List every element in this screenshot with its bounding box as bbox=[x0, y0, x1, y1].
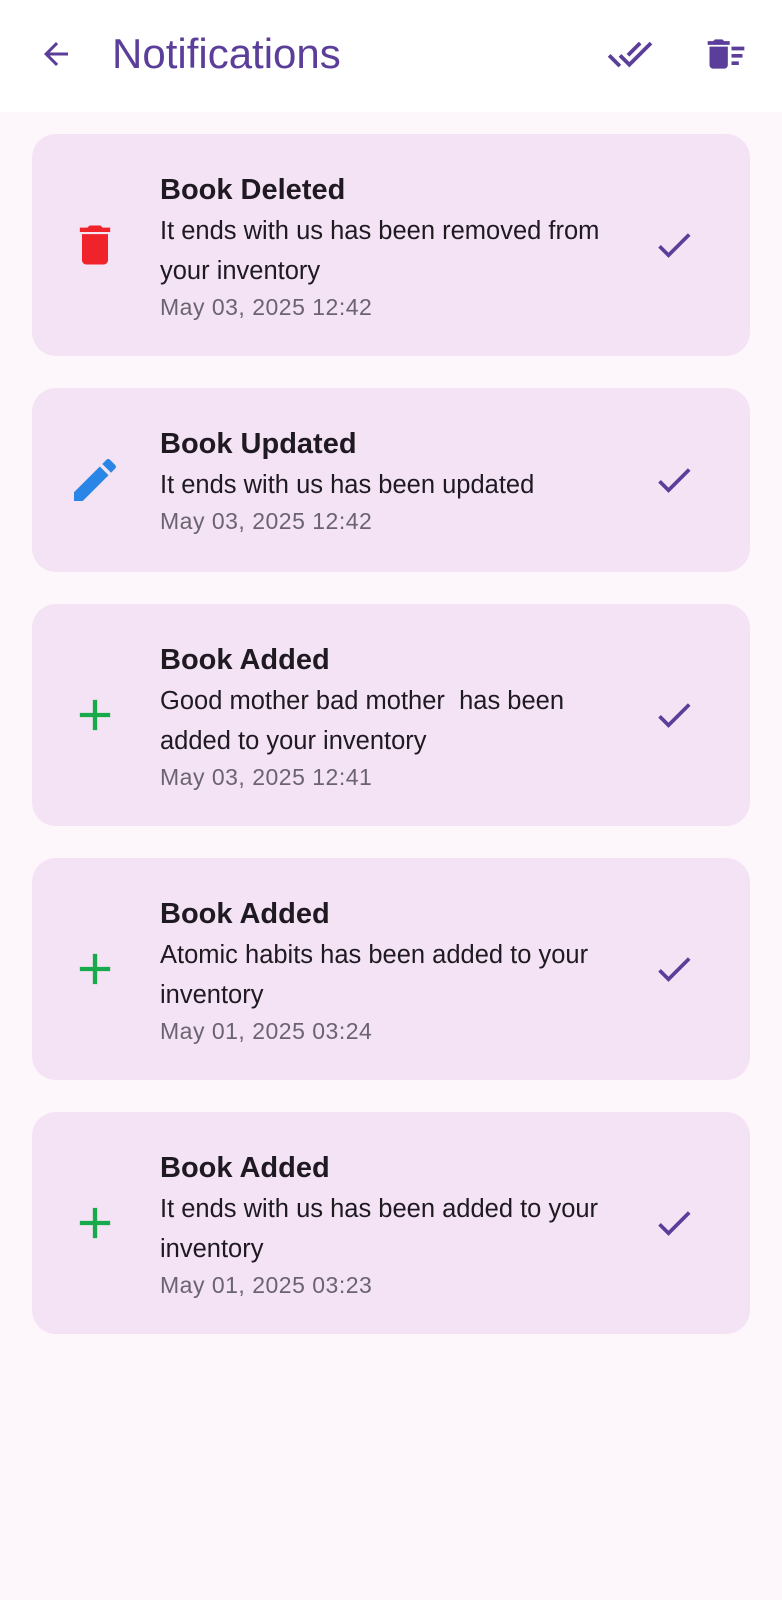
notification-message: Atomic habits has been added to your inv… bbox=[160, 941, 589, 1009]
notification-time: May 01, 2025 03:24 bbox=[160, 1018, 373, 1044]
plus-icon bbox=[66, 940, 124, 998]
notification-time: May 01, 2025 03:23 bbox=[160, 1272, 373, 1298]
notification-content: Book Added Good mother bad mother has be… bbox=[160, 642, 620, 793]
notification-time: May 03, 2025 12:42 bbox=[160, 294, 373, 320]
notification-content: Book Added It ends with us has been adde… bbox=[160, 1150, 620, 1301]
notification-title: Book Added bbox=[160, 898, 330, 930]
notification-message: Good mother bad mother has been added to… bbox=[160, 687, 572, 755]
mark-read-button[interactable] bbox=[648, 689, 700, 741]
notification-title: Book Updated bbox=[160, 428, 357, 460]
arrow-back-icon bbox=[44, 42, 68, 66]
clear-all-button[interactable] bbox=[700, 28, 752, 80]
notification-card[interactable]: Book Updated It ends with us has been up… bbox=[32, 388, 750, 572]
notification-content: Book Added Atomic habits has been added … bbox=[160, 896, 620, 1047]
notification-title: Book Deleted bbox=[160, 174, 346, 206]
trash-icon bbox=[66, 216, 124, 274]
notification-time: May 03, 2025 12:42 bbox=[160, 508, 373, 534]
notification-message: It ends with us has been removed from yo… bbox=[160, 217, 600, 285]
notification-title: Book Added bbox=[160, 644, 330, 676]
check-icon bbox=[658, 468, 691, 493]
check-icon bbox=[658, 957, 691, 982]
notification-card[interactable]: Book Deleted It ends with us has been re… bbox=[32, 134, 750, 356]
notification-title: Book Added bbox=[160, 1152, 330, 1184]
check-icon bbox=[658, 703, 691, 728]
app-bar: Notifications bbox=[0, 0, 782, 112]
notification-time: May 03, 2025 12:41 bbox=[160, 764, 373, 790]
mark-read-button[interactable] bbox=[648, 1197, 700, 1249]
notification-card[interactable]: Book Added It ends with us has been adde… bbox=[32, 1112, 750, 1334]
check-icon bbox=[658, 233, 691, 258]
mark-read-button[interactable] bbox=[648, 454, 700, 506]
notification-content: Book Deleted It ends with us has been re… bbox=[160, 172, 620, 323]
notification-content: Book Updated It ends with us has been up… bbox=[160, 426, 620, 537]
delete-sweep-icon bbox=[707, 39, 745, 69]
notification-message: It ends with us has been updated bbox=[160, 471, 535, 499]
mark-all-read-button[interactable] bbox=[604, 28, 656, 80]
notification-card[interactable]: Book Added Good mother bad mother has be… bbox=[32, 604, 750, 826]
mark-read-button[interactable] bbox=[648, 943, 700, 995]
done-all-icon bbox=[607, 41, 653, 68]
page-title: Notifications bbox=[112, 30, 341, 77]
notification-message: It ends with us has been added to your i… bbox=[160, 1195, 599, 1263]
back-button[interactable] bbox=[30, 28, 82, 80]
notification-list: Book Deleted It ends with us has been re… bbox=[32, 134, 750, 1366]
check-icon bbox=[658, 1211, 691, 1236]
pencil-icon bbox=[66, 451, 124, 509]
plus-icon bbox=[66, 686, 124, 744]
notification-card[interactable]: Book Added Atomic habits has been added … bbox=[32, 858, 750, 1080]
mark-read-button[interactable] bbox=[648, 219, 700, 271]
plus-icon bbox=[66, 1194, 124, 1252]
